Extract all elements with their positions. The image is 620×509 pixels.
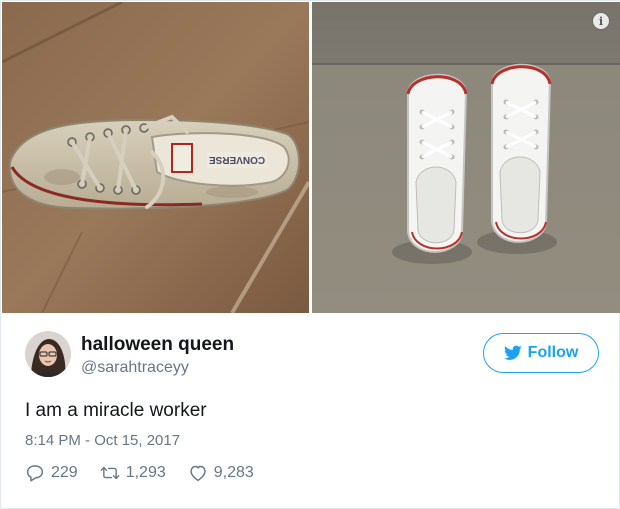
like-button[interactable]: 9,283 [188,464,254,482]
reply-icon [26,465,44,482]
follow-label: Follow [527,344,579,361]
user-handle[interactable]: @sarahtraceyy [81,357,234,379]
like-count: 9,283 [213,464,254,481]
photo-clean-sneakers[interactable]: i [312,2,620,313]
tweet-card: CONVERSE i halloween queen @sarahtraceyy… [0,0,620,509]
clean-sneakers-image [312,2,620,313]
tweet-media: CONVERSE i [2,2,620,313]
dirty-sneaker-image: CONVERSE [2,2,309,313]
shoe-label: CONVERSE [209,154,265,165]
follow-button[interactable]: Follow [483,333,599,373]
author-names: halloween queen @sarahtraceyy [81,334,234,379]
retweet-button[interactable]: 1,293 [100,464,166,482]
reply-count: 229 [51,464,78,481]
retweet-icon [100,466,120,480]
retweet-count: 1,293 [125,464,166,481]
left-clean-shoe [406,73,468,253]
tweet-timestamp[interactable]: 8:14 PM - Oct 15, 2017 [25,431,180,451]
reply-button[interactable]: 229 [25,464,78,482]
display-name[interactable]: halloween queen [81,334,234,356]
tweet-author: halloween queen @sarahtraceyy Follow [25,331,601,381]
info-icon[interactable]: i [592,12,610,30]
right-clean-shoe [490,63,552,243]
avatar-image [25,331,71,377]
twitter-bird-icon [503,345,522,360]
tweet-text: I am a miracle worker [25,400,207,421]
photo-dirty-sneaker[interactable]: CONVERSE [2,2,309,313]
avatar[interactable] [25,331,71,377]
heart-icon [190,465,206,482]
tweet-actions: 229 1,293 9,283 [25,464,276,482]
